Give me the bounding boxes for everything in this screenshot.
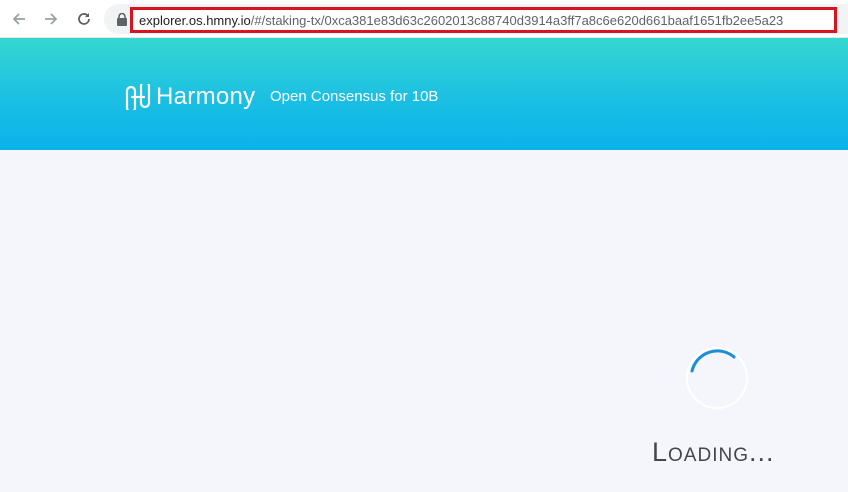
- tagline: Open Consensus for 10B: [270, 88, 439, 105]
- site-header: Harmony Open Consensus for 10B: [0, 38, 848, 150]
- loading-text: Loading...: [652, 437, 775, 467]
- back-button[interactable]: [8, 8, 30, 30]
- main-content: Loading...: [0, 150, 848, 492]
- reload-icon: [78, 13, 90, 25]
- url-host: explorer.os.hmny.io: [139, 12, 251, 28]
- address-bar[interactable]: explorer.os.hmny.io/#/staking-tx/0xca381…: [104, 4, 848, 34]
- url-highlight-box[interactable]: explorer.os.hmny.io/#/staking-tx/0xca381…: [130, 7, 837, 33]
- url-path: /#/staking-tx/0xca381e83d63c2602013c8874…: [250, 12, 784, 28]
- harmony-logo-icon: [125, 84, 151, 110]
- logo-text: Harmony: [156, 83, 256, 110]
- lock-icon: [117, 13, 127, 26]
- browser-toolbar: explorer.os.hmny.io/#/staking-tx/0xca381…: [0, 0, 848, 38]
- arrow-right-icon: [45, 13, 58, 25]
- loading-spinner-icon: [690, 349, 736, 373]
- forward-button[interactable]: [40, 8, 62, 30]
- reload-button[interactable]: [73, 8, 95, 30]
- arrow-left-icon: [12, 13, 25, 25]
- harmony-logo[interactable]: Harmony: [124, 83, 255, 111]
